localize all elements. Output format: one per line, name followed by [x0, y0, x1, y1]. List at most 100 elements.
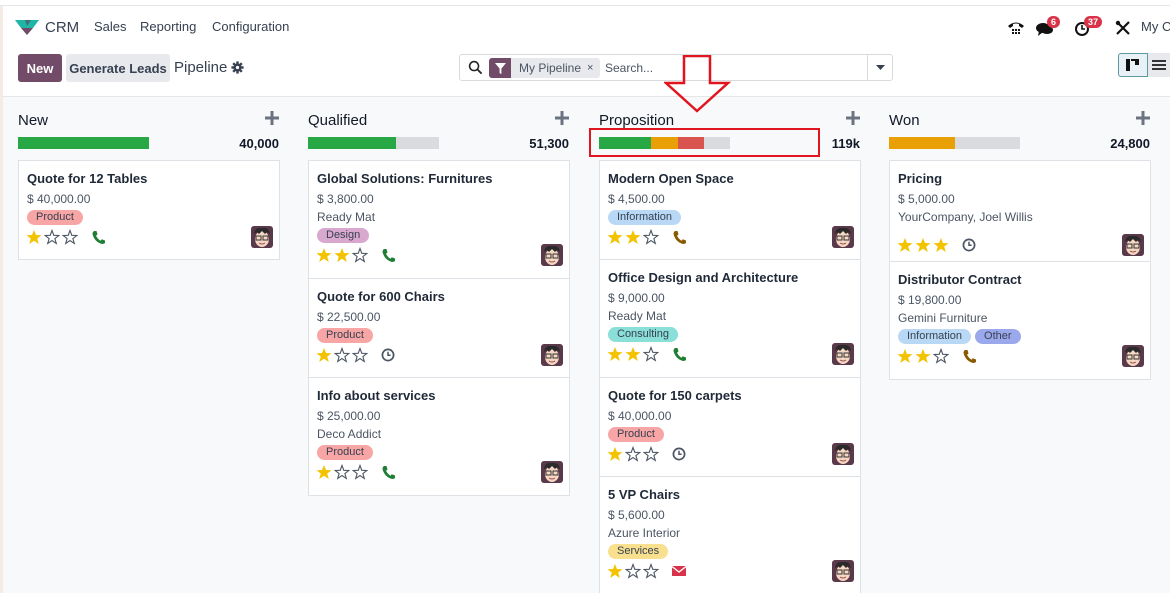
star-filled-icon[interactable]: [915, 348, 931, 364]
facet-remove-button[interactable]: ×: [587, 58, 600, 78]
lead-card[interactable]: Quote for 12 Tables $ 40,000.00 Product: [18, 160, 280, 260]
search-options-toggle[interactable]: [867, 55, 892, 80]
star-filled-icon[interactable]: [607, 563, 623, 579]
card-partner: Azure Interior: [608, 526, 681, 540]
plus-icon[interactable]: [1136, 111, 1150, 125]
lead-card[interactable]: Quote for 600 Chairs $ 22,500.00 Product: [308, 278, 570, 378]
star-filled-icon[interactable]: [897, 237, 913, 253]
activity-phone-icon[interactable]: [381, 248, 395, 262]
priority-stars: [607, 229, 659, 245]
star-empty-icon[interactable]: [643, 563, 659, 579]
avatar[interactable]: [1122, 234, 1144, 256]
lead-card[interactable]: Pricing $ 5,000.00 YourCompany, Joel Willi…: [889, 160, 1151, 262]
star-empty-icon[interactable]: [643, 446, 659, 462]
activity-envelope-icon[interactable]: [672, 564, 686, 578]
star-filled-icon[interactable]: [334, 247, 350, 263]
column-title[interactable]: New: [18, 112, 48, 129]
avatar[interactable]: [541, 344, 563, 366]
company-switcher[interactable]: My Company: [1141, 19, 1170, 34]
star-filled-icon[interactable]: [933, 237, 949, 253]
avatar[interactable]: [832, 443, 854, 465]
star-filled-icon[interactable]: [625, 346, 641, 362]
progress-segment-planned-ok[interactable]: [308, 137, 396, 149]
card-title: Pricing: [898, 171, 943, 186]
card-partner: Ready Mat: [608, 309, 667, 323]
star-filled-icon[interactable]: [316, 464, 332, 480]
star-filled-icon[interactable]: [607, 346, 623, 362]
avatar[interactable]: [1122, 345, 1144, 367]
star-empty-icon[interactable]: [625, 446, 641, 462]
progress-segment-planned-ok[interactable]: [18, 137, 149, 149]
column-progress-bar: [18, 137, 149, 149]
menu-sales[interactable]: Sales: [94, 19, 127, 34]
lead-card[interactable]: Quote for 150 carpets $ 40,000.00 Product: [599, 377, 861, 477]
activity-phone-icon[interactable]: [672, 230, 686, 244]
progress-segment-today[interactable]: [889, 137, 955, 149]
gear-icon[interactable]: [231, 61, 244, 74]
column-title[interactable]: Qualified: [308, 112, 367, 129]
star-empty-icon[interactable]: [643, 346, 659, 362]
debug-tools-icon[interactable]: [1115, 17, 1131, 39]
star-empty-icon[interactable]: [334, 464, 350, 480]
activity-phone-icon[interactable]: [381, 465, 395, 479]
new-button[interactable]: New: [18, 54, 62, 82]
avatar[interactable]: [832, 560, 854, 582]
star-filled-icon[interactable]: [26, 229, 42, 245]
star-empty-icon[interactable]: [625, 563, 641, 579]
crm-logo-icon[interactable]: [15, 18, 39, 36]
app-name[interactable]: CRM: [45, 19, 79, 36]
star-empty-icon[interactable]: [44, 229, 60, 245]
tag: Information: [608, 210, 682, 225]
avatar[interactable]: [541, 244, 563, 266]
card-title: 5 VP Chairs: [608, 487, 681, 502]
lead-card[interactable]: Info about services $ 25,000.00 Deco Addic…: [308, 377, 570, 496]
activity-clock-icon[interactable]: [381, 348, 395, 362]
plus-icon[interactable]: [265, 111, 279, 125]
star-filled-icon[interactable]: [607, 446, 623, 462]
star-filled-icon[interactable]: [316, 347, 332, 363]
lead-card[interactable]: Modern Open Space $ 4,500.00 Information: [599, 160, 861, 260]
browser-top-edge: [0, 0, 1170, 6]
star-empty-icon[interactable]: [352, 247, 368, 263]
avatar[interactable]: [251, 226, 273, 248]
star-empty-icon[interactable]: [933, 348, 949, 364]
lead-card[interactable]: Office Design and Architecture $ 9,000.00…: [599, 259, 861, 378]
star-empty-icon[interactable]: [334, 347, 350, 363]
star-empty-icon[interactable]: [643, 229, 659, 245]
avatar[interactable]: [832, 226, 854, 248]
column-title[interactable]: Won: [889, 112, 920, 129]
search-icon[interactable]: [468, 60, 483, 75]
search-input[interactable]: [605, 58, 865, 78]
view-list-button[interactable]: [1148, 53, 1170, 77]
avatar[interactable]: [541, 461, 563, 483]
star-filled-icon[interactable]: [897, 348, 913, 364]
card-title: Quote for 600 Chairs: [317, 289, 445, 304]
plus-icon[interactable]: [846, 111, 860, 125]
star-filled-icon[interactable]: [316, 247, 332, 263]
phone-icon[interactable]: [1007, 17, 1025, 39]
column-title[interactable]: Proposition: [599, 112, 674, 129]
plus-icon[interactable]: [555, 111, 569, 125]
lead-card[interactable]: Global Solutions: Furnitures $ 3,800.00 Re…: [308, 160, 570, 279]
lead-card[interactable]: Distributor Contract $ 19,800.00 Gemini Fu…: [889, 261, 1151, 380]
activity-clock-icon[interactable]: [672, 447, 686, 461]
proposition-progress-highlight: [589, 128, 820, 157]
priority-stars: [316, 247, 368, 263]
activity-phone-icon[interactable]: [962, 349, 976, 363]
messages-badge: 6: [1047, 16, 1061, 28]
avatar[interactable]: [832, 343, 854, 365]
star-filled-icon[interactable]: [607, 229, 623, 245]
menu-reporting[interactable]: Reporting: [140, 19, 196, 34]
star-empty-icon[interactable]: [352, 347, 368, 363]
view-kanban-button[interactable]: [1118, 53, 1148, 77]
star-empty-icon[interactable]: [62, 229, 78, 245]
star-filled-icon[interactable]: [915, 237, 931, 253]
lead-card[interactable]: 5 VP Chairs $ 5,600.00 Azure Interior Servi…: [599, 476, 861, 593]
menu-configuration[interactable]: Configuration: [212, 19, 289, 34]
activity-phone-icon[interactable]: [91, 230, 105, 244]
star-empty-icon[interactable]: [352, 464, 368, 480]
activity-clock-icon[interactable]: [962, 238, 976, 252]
star-filled-icon[interactable]: [625, 229, 641, 245]
activity-phone-icon[interactable]: [672, 347, 686, 361]
generate-leads-button[interactable]: Generate Leads: [66, 54, 170, 82]
